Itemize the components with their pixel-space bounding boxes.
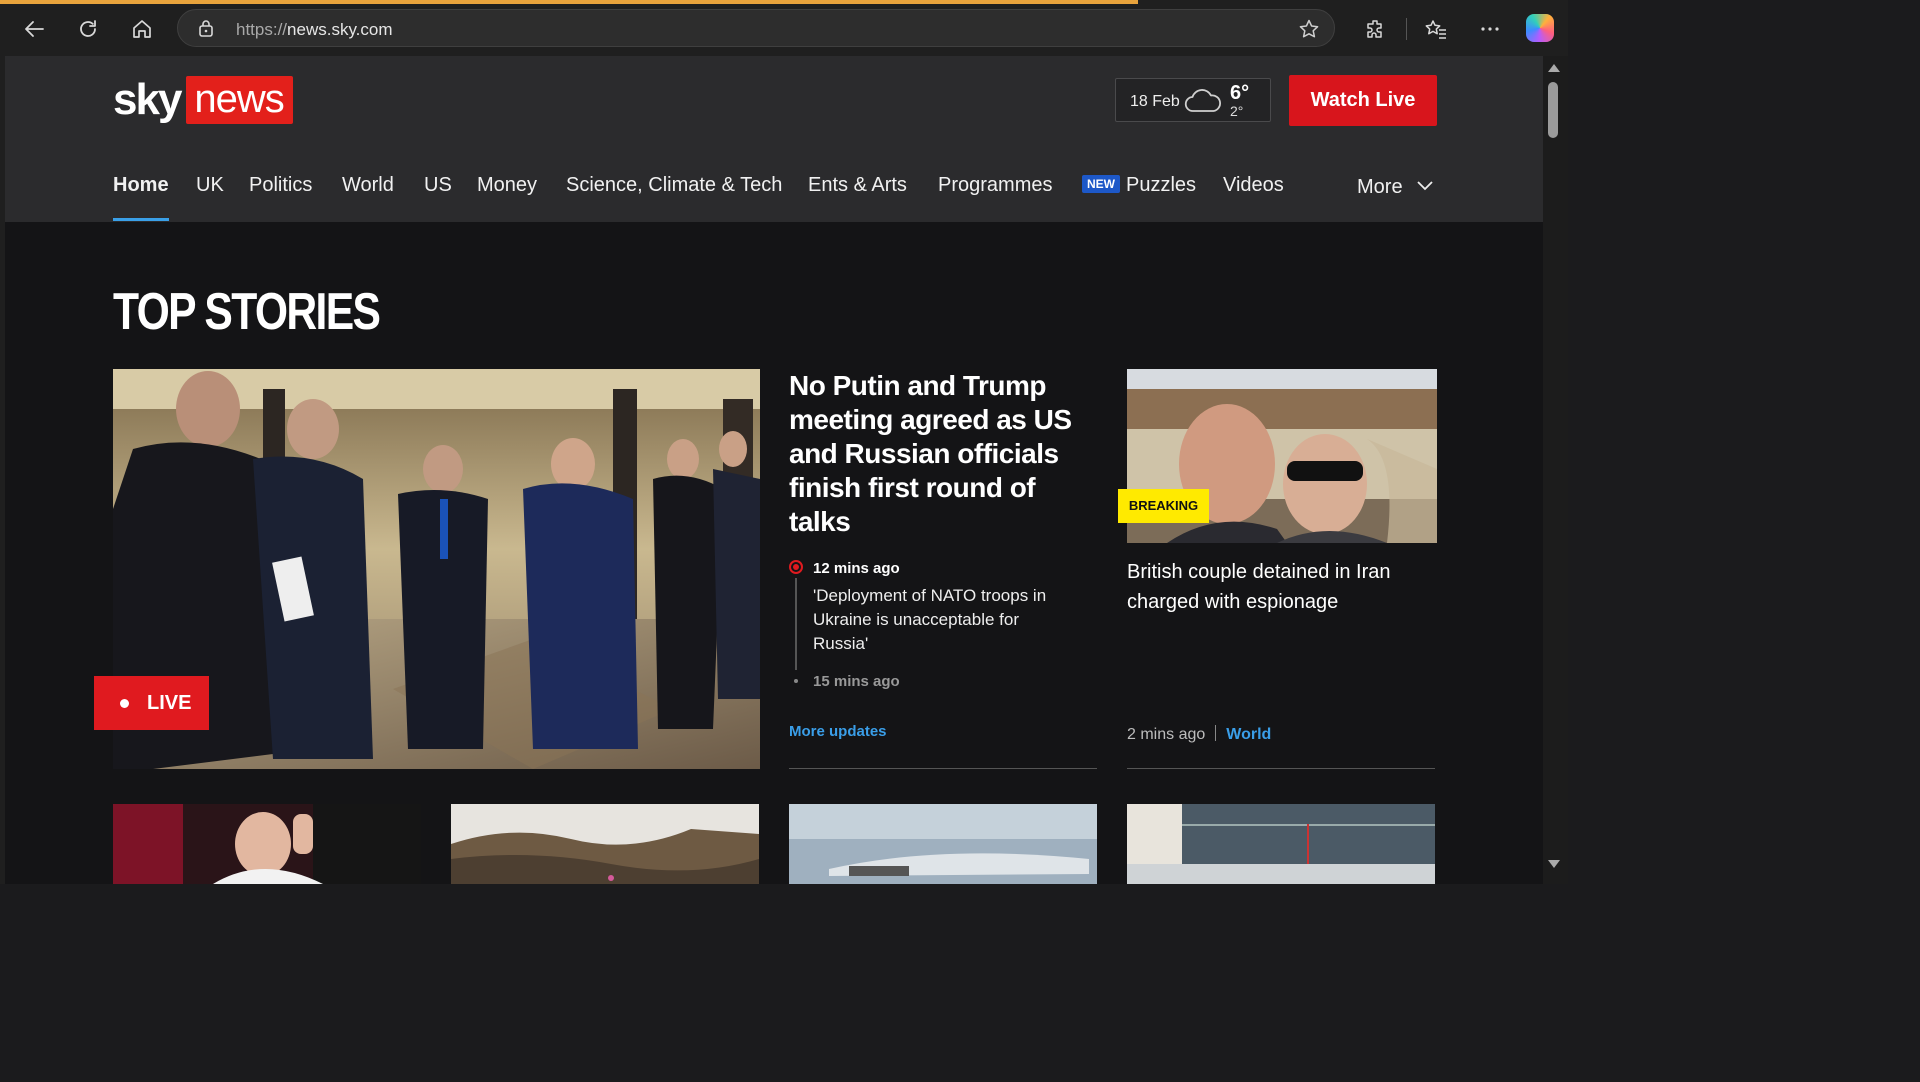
side-story-meta: 2 mins ago World xyxy=(1127,725,1271,744)
toolbar-divider xyxy=(1406,18,1407,40)
home-icon[interactable] xyxy=(127,14,157,44)
lock-icon[interactable] xyxy=(198,19,214,42)
nav-item-videos[interactable]: Videos xyxy=(1223,174,1284,197)
update-time-faded: 15 mins ago xyxy=(813,673,900,690)
nav-item-programmes[interactable]: Programmes xyxy=(938,174,1052,197)
nav-item-money[interactable]: Money xyxy=(477,174,537,197)
story-thumbnail[interactable] xyxy=(1127,804,1435,884)
url-text[interactable]: https://news.sky.com xyxy=(236,20,393,40)
nav-item-ents-arts[interactable]: Ents & Arts xyxy=(808,174,907,197)
story-thumbnail[interactable] xyxy=(451,804,759,884)
nav-item-home[interactable]: Home xyxy=(113,174,169,221)
nav-item-more[interactable]: More xyxy=(1357,174,1433,199)
timeline-dot xyxy=(794,679,798,683)
scroll-down-arrow-icon[interactable] xyxy=(1548,860,1560,868)
nav-item-us[interactable]: US xyxy=(424,174,452,197)
scroll-up-arrow-icon[interactable] xyxy=(1548,64,1560,72)
nav-item-world[interactable]: World xyxy=(342,174,394,197)
section-title: TOP STORIES xyxy=(113,283,381,341)
nav-item-politics[interactable]: Politics xyxy=(249,174,312,197)
timeline-line xyxy=(795,578,797,670)
divider xyxy=(789,768,1097,769)
favorite-star-icon[interactable] xyxy=(1298,18,1320,45)
chevron-down-icon xyxy=(1416,174,1433,197)
back-icon[interactable] xyxy=(19,14,49,44)
nav-item-puzzles[interactable]: NEW Puzzles xyxy=(1082,174,1196,197)
divider xyxy=(1127,768,1435,769)
hero-headline[interactable]: No Putin and Trump meeting agreed as US … xyxy=(789,369,1089,539)
extensions-icon[interactable] xyxy=(1361,14,1391,44)
live-dot-icon xyxy=(120,699,129,708)
category-link[interactable]: World xyxy=(1226,726,1271,743)
favorites-icon[interactable] xyxy=(1421,14,1451,44)
more-menu-icon[interactable] xyxy=(1475,14,1505,44)
live-indicator-icon xyxy=(789,560,803,574)
nav-item-uk[interactable]: UK xyxy=(196,174,224,197)
side-story-headline[interactable]: British couple detained in Iran charged … xyxy=(1127,557,1427,617)
address-bar[interactable]: https://news.sky.com xyxy=(177,9,1335,47)
refresh-icon[interactable] xyxy=(73,14,103,44)
update-text[interactable]: 'Deployment of NATO troops in Ukraine is… xyxy=(813,584,1063,656)
hero-story-image[interactable] xyxy=(113,369,760,769)
story-thumbnail[interactable] xyxy=(113,804,421,884)
more-updates-link[interactable]: More updates xyxy=(789,723,887,740)
browser-toolbar: https://news.sky.com xyxy=(0,0,1568,56)
breaking-badge: BREAKING xyxy=(1118,489,1209,523)
meta-separator xyxy=(1215,725,1217,741)
live-badge: LIVE xyxy=(94,676,209,730)
cloud-icon xyxy=(1184,88,1222,119)
top-stories-section: TOP STORIES LIVE No Putin and Trump meet… xyxy=(5,222,1543,884)
vertical-scrollbar[interactable] xyxy=(1543,56,1568,884)
story-time: 2 mins ago xyxy=(1127,726,1206,743)
weather-high: 6° xyxy=(1230,82,1250,104)
story-thumbnail[interactable] xyxy=(789,804,1097,884)
logo-news-text: news xyxy=(186,76,293,124)
nav-item-science-climate-tech[interactable]: Science, Climate & Tech xyxy=(566,174,782,197)
weather-date: 18 Feb xyxy=(1130,93,1180,110)
weather-low: 2° xyxy=(1230,103,1244,119)
weather-widget[interactable]: 18 Feb 6° 2° xyxy=(1115,78,1271,122)
sky-news-logo[interactable]: sky news xyxy=(113,76,293,124)
active-tab-indicator xyxy=(0,0,1138,4)
update-time: 12 mins ago xyxy=(813,560,900,577)
copilot-icon[interactable] xyxy=(1526,14,1554,42)
watch-live-button[interactable]: Watch Live xyxy=(1289,75,1437,126)
logo-sky-text: sky xyxy=(113,75,182,124)
new-badge: NEW xyxy=(1082,175,1120,193)
active-nav-underline xyxy=(113,218,169,221)
site-header: sky news 18 Feb 6° 2° Watch Live Home UK… xyxy=(5,56,1543,222)
scrollbar-thumb[interactable] xyxy=(1548,82,1558,138)
